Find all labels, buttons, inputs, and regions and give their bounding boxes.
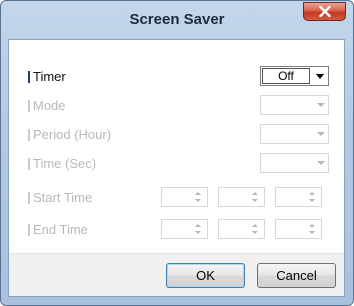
period-select[interactable] [260, 124, 329, 144]
time-label: Time (Sec) [27, 156, 97, 171]
screen-saver-dialog: Screen Saver Timer Off Mode Period (Hour… [0, 0, 354, 306]
spin-down-icon[interactable] [309, 231, 315, 234]
spin-down-icon[interactable] [252, 231, 258, 234]
end-time-label: End Time [28, 222, 88, 237]
end-time-minute-stepper[interactable] [218, 219, 265, 239]
timer-select-value: Off [262, 68, 310, 84]
time-select-value [261, 154, 311, 172]
button-bar: OK Cancel [9, 253, 344, 296]
dialog-title: Screen Saver [129, 11, 225, 28]
start-time-ampm-stepper[interactable] [275, 187, 322, 207]
period-select-value [261, 125, 311, 143]
start-time-hour-stepper[interactable] [161, 187, 208, 207]
spin-up-icon[interactable] [252, 224, 258, 227]
spin-up-icon[interactable] [252, 192, 258, 195]
period-label: Period (Hour) [27, 127, 112, 142]
end-time-hour-stepper[interactable] [161, 219, 208, 239]
mode-label: Mode [28, 98, 66, 113]
time-row: Time (Sec) [9, 153, 344, 175]
start-time-label: Start Time [27, 190, 93, 205]
close-button[interactable] [303, 2, 346, 21]
spin-up-icon[interactable] [195, 192, 201, 195]
mode-select[interactable] [260, 95, 329, 115]
spin-up-icon[interactable] [195, 224, 201, 227]
chevron-down-icon [317, 161, 325, 165]
mode-row: Mode [9, 95, 344, 117]
timer-select[interactable]: Off [260, 66, 329, 86]
timer-row: Timer Off [9, 66, 344, 88]
ok-button[interactable]: OK [166, 263, 245, 288]
start-time-row: Start Time [9, 187, 344, 209]
end-time-row: End Time [9, 219, 344, 241]
mode-select-value [261, 96, 311, 114]
timer-label: Timer [28, 69, 66, 84]
chevron-down-icon [316, 74, 324, 79]
cancel-button[interactable]: Cancel [257, 263, 336, 288]
start-time-minute-stepper[interactable] [218, 187, 265, 207]
period-row: Period (Hour) [9, 124, 344, 146]
spin-down-icon[interactable] [195, 231, 201, 234]
chevron-down-icon [317, 103, 325, 107]
end-time-ampm-stepper[interactable] [275, 219, 322, 239]
chevron-down-icon [317, 132, 325, 136]
spin-down-icon[interactable] [252, 199, 258, 202]
close-x-icon [318, 6, 331, 17]
title-bar[interactable]: Screen Saver [1, 1, 353, 39]
spin-up-icon[interactable] [309, 224, 315, 227]
spin-down-icon[interactable] [195, 199, 201, 202]
spin-down-icon[interactable] [309, 199, 315, 202]
spin-up-icon[interactable] [309, 192, 315, 195]
dialog-body: Timer Off Mode Period (Hour) Time (Sec) [8, 39, 345, 297]
time-select[interactable] [260, 153, 329, 173]
